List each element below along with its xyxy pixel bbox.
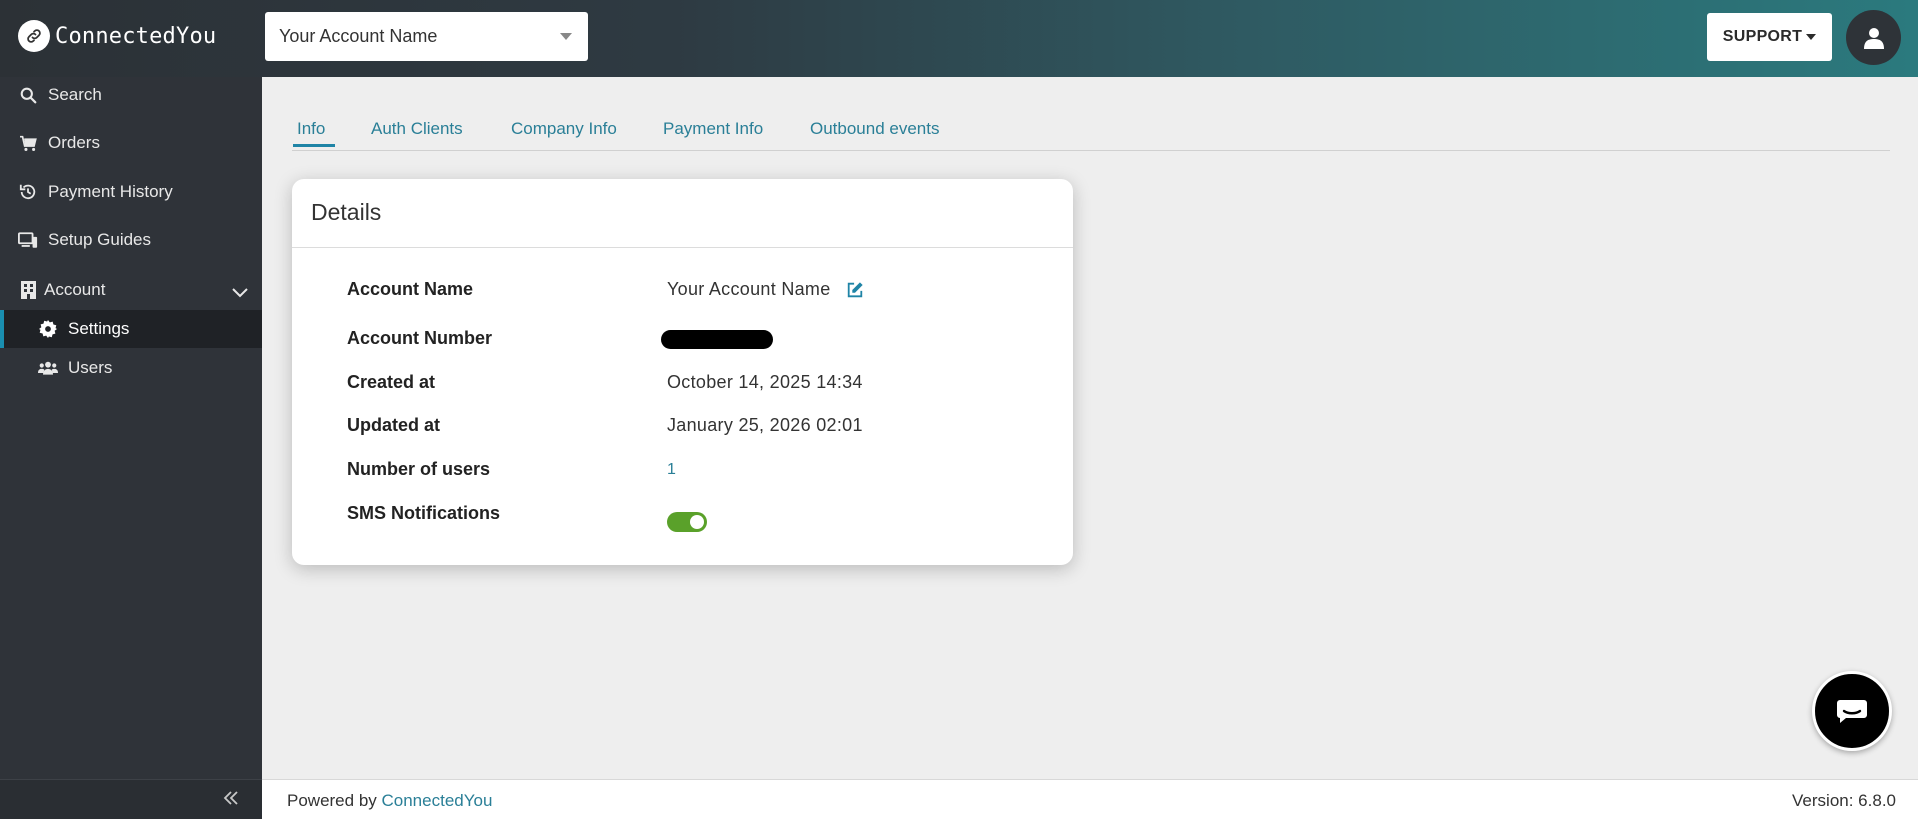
search-icon (18, 87, 38, 104)
dropdown-caret-icon (560, 33, 572, 40)
sidebar-item-label: Setup Guides (48, 230, 152, 249)
chat-icon (1837, 700, 1867, 723)
sidebar-item-settings[interactable]: Settings (0, 310, 262, 348)
sidebar-item-account[interactable]: Account (0, 271, 262, 309)
powered-by: Powered by ConnectedYou (287, 791, 492, 811)
tab-auth-clients[interactable]: Auth Clients (371, 119, 463, 139)
building-icon (18, 281, 38, 299)
account-name-label: Account Name (347, 279, 474, 299)
user-menu-button[interactable] (1846, 10, 1901, 65)
toggle-knob (690, 515, 704, 529)
powered-by-link[interactable]: ConnectedYou (382, 791, 493, 810)
divider (292, 247, 1073, 248)
support-label: SUPPORT (1722, 28, 1803, 45)
tab-info[interactable]: Info (297, 119, 325, 139)
created-at-value: October 14, 2025 14:34 (667, 372, 863, 392)
users-icon (38, 360, 58, 376)
created-at-label: Created at (347, 372, 436, 392)
user-icon (1863, 27, 1884, 49)
support-button[interactable]: SUPPORT (1707, 13, 1832, 61)
sidebar-item-setup-guides[interactable]: Setup Guides (0, 221, 262, 259)
app-name: ConnectedYou (55, 23, 217, 49)
footer: Powered by ConnectedYou Version: 6.8.0 (262, 779, 1918, 819)
active-tab-indicator (293, 144, 335, 147)
tab-bar: Info Auth Clients Company Info Payment I… (292, 113, 1890, 151)
chevron-down-icon (232, 283, 248, 303)
version-label: Version: 6.8.0 (1792, 791, 1896, 810)
sidebar-item-payment-history[interactable]: Payment History (0, 173, 262, 211)
top-header: ConnectedYou Your Account Name SUPPORT (0, 0, 1918, 77)
chat-launcher-button[interactable] (1812, 671, 1892, 751)
sidebar-item-label: Account (44, 280, 106, 299)
sidebar-item-label: Orders (48, 133, 100, 152)
sidebar: Search Orders Payment History Setup Guid… (0, 77, 262, 819)
tab-company-info[interactable]: Company Info (511, 119, 617, 139)
details-card: Details Account Name Your Account Name A… (292, 179, 1073, 565)
account-selector-value: Your Account Name (279, 26, 438, 46)
history-icon (18, 183, 38, 201)
number-of-users-label: Number of users (347, 459, 491, 479)
sidebar-item-orders[interactable]: Orders (0, 124, 262, 162)
powered-by-text: Powered by (287, 791, 382, 810)
updated-at-label: Updated at (347, 415, 441, 435)
sidebar-item-search[interactable]: Search (0, 77, 262, 113)
updated-at-value: January 25, 2026 02:01 (667, 415, 863, 435)
sidebar-collapse-bar[interactable] (0, 779, 262, 819)
sms-notifications-toggle[interactable] (667, 512, 707, 532)
link-icon (18, 20, 50, 52)
app-logo[interactable]: ConnectedYou (18, 20, 216, 52)
gear-icon (38, 320, 58, 338)
cart-icon (18, 135, 38, 152)
sidebar-item-label: Settings (68, 319, 130, 338)
caret-down-icon (1806, 34, 1817, 40)
number-of-users-link[interactable]: 1 (667, 461, 676, 479)
devices-icon (18, 231, 38, 249)
tab-payment-info[interactable]: Payment Info (663, 119, 763, 139)
account-selector[interactable]: Your Account Name (265, 12, 588, 61)
sidebar-item-label: Users (68, 358, 113, 377)
sidebar-item-label: Search (48, 85, 102, 104)
sidebar-item-label: Payment History (48, 182, 173, 201)
card-title: Details (311, 199, 382, 225)
account-number-label: Account Number (347, 328, 493, 348)
edit-icon[interactable] (846, 281, 864, 304)
tab-outbound-events[interactable]: Outbound events (810, 119, 939, 139)
sidebar-item-users[interactable]: Users (0, 349, 262, 387)
sms-notifications-label: SMS Notifications (347, 503, 501, 523)
redacted-account-number (661, 330, 773, 349)
double-chevron-left-icon[interactable] (223, 790, 239, 811)
account-name-value: Your Account Name (667, 279, 831, 299)
